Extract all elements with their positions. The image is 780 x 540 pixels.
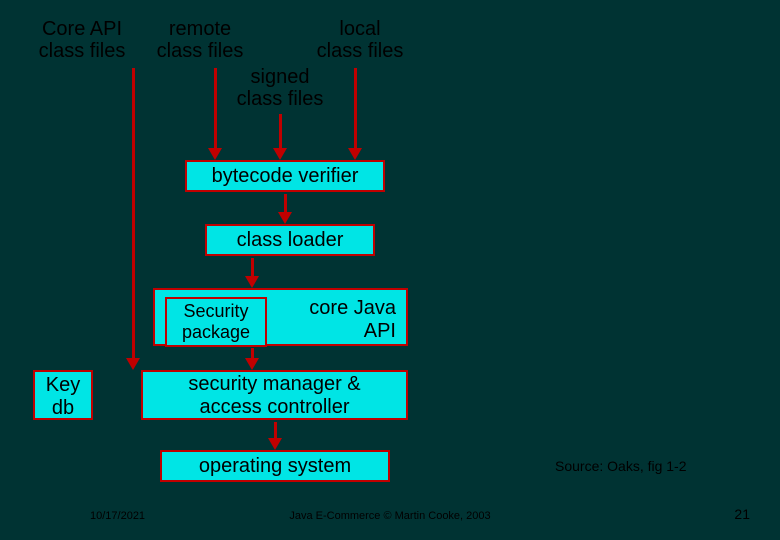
footer-copyright: Java E-Commerce © Martin Cooke, 2003 (0, 510, 780, 522)
footer-page-number: 21 (734, 506, 750, 522)
text: core Java (296, 297, 396, 320)
box-operating-system: operating system (160, 450, 390, 482)
text: security manager & (143, 373, 406, 396)
box-bytecode-verifier: bytecode verifier (185, 160, 385, 192)
box-security-manager: security manager & access controller (141, 370, 408, 420)
text: API (296, 320, 396, 343)
text: class files (230, 88, 330, 110)
text: bytecode verifier (212, 165, 359, 188)
source-note: Source: Oaks, fig 1-2 (555, 458, 687, 474)
label-local: local class files (310, 18, 410, 62)
text: Core API (32, 18, 132, 40)
label-core-java-api: core Java API (296, 297, 396, 343)
box-security-core: Security package core Java API (153, 288, 408, 346)
text: package (171, 322, 261, 343)
text: access controller (143, 396, 406, 419)
text: class files (310, 40, 410, 62)
label-core-api: Core API class files (32, 18, 132, 62)
text: class files (150, 40, 250, 62)
label-remote: remote class files (150, 18, 250, 62)
text: Security (171, 301, 261, 322)
text: class files (32, 40, 132, 62)
text: Key (35, 374, 91, 397)
text: signed (230, 66, 330, 88)
text: db (35, 397, 91, 420)
text: remote (150, 18, 250, 40)
text: class loader (237, 229, 344, 252)
label-security-package: Security package (165, 297, 267, 347)
text: local (310, 18, 410, 40)
box-class-loader: class loader (205, 224, 375, 256)
text: operating system (199, 455, 351, 478)
label-signed: signed class files (230, 66, 330, 110)
box-key-db: Key db (33, 370, 93, 420)
